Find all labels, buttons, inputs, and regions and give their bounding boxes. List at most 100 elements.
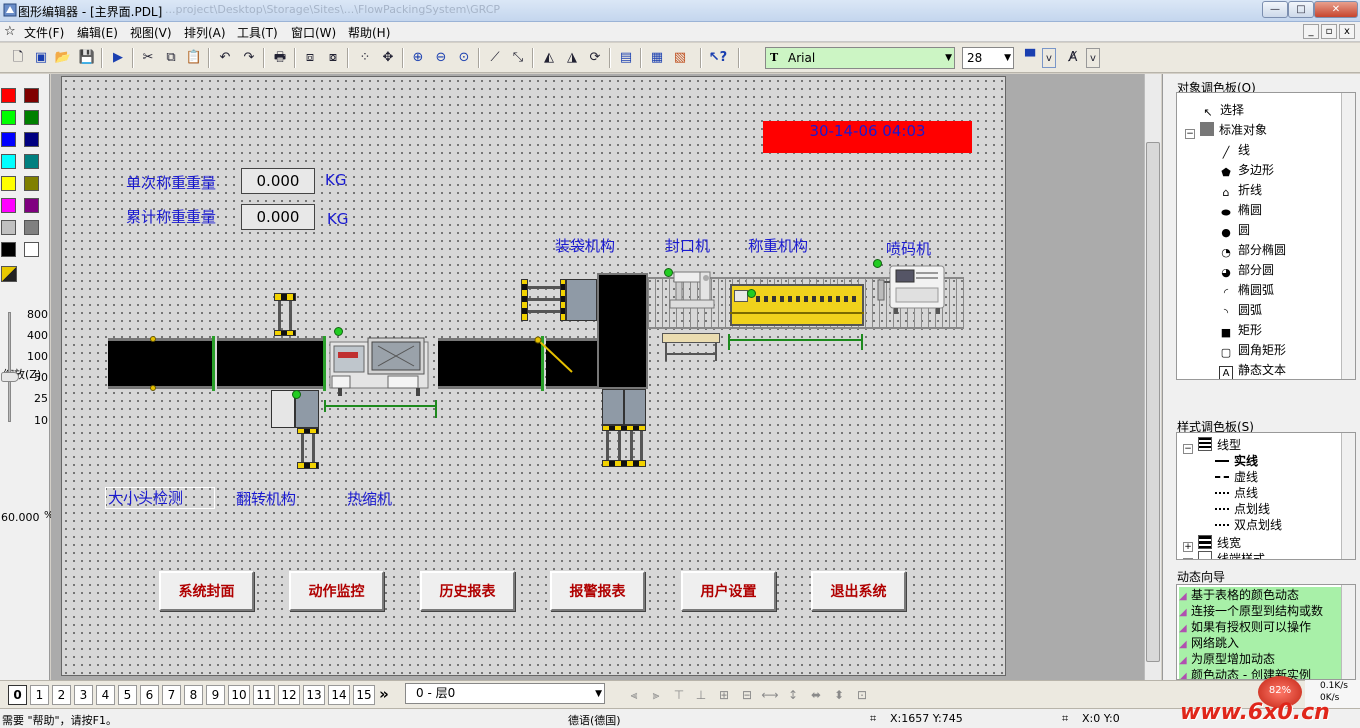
context-help-icon[interactable]: ↖? xyxy=(708,48,728,68)
color-swatch[interactable] xyxy=(24,176,39,191)
center-horizontal-icon[interactable]: ⊞ xyxy=(715,685,733,705)
flip-horizontal-icon[interactable]: ◭ xyxy=(539,48,559,68)
tree-item-object[interactable]: ■ 矩形 xyxy=(1219,321,1262,340)
space-horizontal-icon[interactable]: ⟷ xyxy=(761,685,779,705)
open-icon[interactable]: 📂 xyxy=(53,48,73,68)
child-window-icon[interactable]: ☆ xyxy=(4,24,16,39)
status-indicator[interactable] xyxy=(334,327,343,336)
tree-item-line-style[interactable]: 点线 xyxy=(1215,484,1258,501)
font-size-select[interactable]: 28 ▼ xyxy=(962,47,1014,69)
layer-button[interactable]: 5 xyxy=(118,685,137,705)
zoom-tick[interactable]: 100 xyxy=(22,350,48,363)
zoom-fit-icon[interactable]: ⊙ xyxy=(454,48,474,68)
font-select[interactable]: T Arial ▼ xyxy=(765,47,955,69)
coding-machine-icon[interactable] xyxy=(876,262,948,316)
layer-button[interactable]: 11 xyxy=(253,685,275,705)
zoom-tick[interactable]: 50 xyxy=(22,371,48,384)
layer-button[interactable]: 10 xyxy=(228,685,250,705)
bagging-box[interactable] xyxy=(566,279,597,321)
color-swatch[interactable] xyxy=(24,242,39,257)
conveyor-1[interactable] xyxy=(108,338,214,389)
color-swatch[interactable] xyxy=(24,198,39,213)
redo-icon[interactable]: ↷ xyxy=(239,48,259,68)
align-left-icon[interactable]: ⫷ xyxy=(625,685,643,705)
color-swatch[interactable] xyxy=(1,220,16,235)
scrollbar-thumb[interactable] xyxy=(1146,142,1160,662)
conveyor-2[interactable] xyxy=(217,338,323,389)
status-indicator[interactable] xyxy=(664,268,673,277)
status-indicator[interactable] xyxy=(873,259,882,268)
layer-button[interactable]: 7 xyxy=(162,685,181,705)
align-top-icon[interactable]: ⊤ xyxy=(670,685,688,705)
size-detect-label[interactable]: 大小头检测 xyxy=(105,487,215,509)
tree-item-line-style[interactable]: 点划线 xyxy=(1215,500,1270,517)
snap-icon[interactable]: ✥ xyxy=(378,48,398,68)
expand-icon[interactable]: + xyxy=(1183,558,1193,559)
text-style-dropdown[interactable]: v xyxy=(1086,48,1100,68)
color-swatch[interactable] xyxy=(24,154,39,169)
tree-item-object[interactable]: ◝ 圆弧 xyxy=(1219,301,1262,320)
edit-points-icon[interactable]: ⤡ xyxy=(508,48,528,68)
layer-button[interactable]: 0 xyxy=(8,685,27,705)
tree-item-object[interactable]: ◕ 部分圆 xyxy=(1219,261,1274,280)
layer-button[interactable]: 9 xyxy=(206,685,225,705)
zoom-tick[interactable]: 10 xyxy=(22,414,48,427)
zoom-slider-thumb[interactable] xyxy=(1,372,19,382)
menu-help[interactable]: 帮助(H) xyxy=(348,24,390,41)
copy-icon[interactable]: ⧉ xyxy=(161,48,181,68)
font-color-icon[interactable]: ▀ xyxy=(1020,48,1040,68)
menu-window[interactable]: 窗口(W) xyxy=(291,24,336,41)
space-vertical-icon[interactable]: ↕ xyxy=(784,685,802,705)
wizard-item[interactable]: ◢ 网络跳入 xyxy=(1179,635,1341,651)
zoom-tick[interactable]: 400 xyxy=(22,329,48,342)
same-width-icon[interactable]: ⬌ xyxy=(807,685,825,705)
collapse-icon[interactable]: − xyxy=(1183,444,1193,454)
tree-item-line-style[interactable]: 实线 xyxy=(1215,452,1258,469)
wizard-item[interactable]: ◢ 如果有授权则可以操作 xyxy=(1179,619,1341,635)
color-swatch[interactable] xyxy=(24,110,39,125)
layer-button[interactable]: 4 xyxy=(96,685,115,705)
layer-button[interactable]: 15 xyxy=(353,685,375,705)
layer-button[interactable]: 1 xyxy=(30,685,49,705)
wizard-scrollbar[interactable] xyxy=(1341,585,1355,679)
layer-button[interactable]: 14 xyxy=(328,685,350,705)
same-size-icon[interactable]: ⊡ xyxy=(853,685,871,705)
cut-icon[interactable]: ✂ xyxy=(138,48,158,68)
color-swatch[interactable] xyxy=(24,220,39,235)
align-bottom-icon[interactable]: ⊥ xyxy=(692,685,710,705)
tree-item-select[interactable]: ↖ 选择 xyxy=(1201,101,1244,120)
bagging-pusher[interactable] xyxy=(521,279,528,321)
status-indicator[interactable] xyxy=(747,289,756,298)
tree-item-object[interactable]: ⬬ 椭圆 xyxy=(1219,201,1262,220)
exit-system-button[interactable]: 退出系统 xyxy=(811,571,906,611)
tree-item-line-style[interactable]: 虚线 xyxy=(1215,468,1258,485)
mdi-restore-button[interactable]: ▫ xyxy=(1321,24,1337,39)
draw-line-icon[interactable]: ⟋ xyxy=(485,48,505,68)
shrink-machine-icon[interactable] xyxy=(328,332,432,396)
color-swatch[interactable] xyxy=(1,154,16,169)
action-monitor-button[interactable]: 动作监控 xyxy=(289,571,384,611)
collapse-icon[interactable]: − xyxy=(1185,129,1195,139)
run-icon[interactable]: ▶ xyxy=(108,48,128,68)
grid-icon[interactable]: ⁘ xyxy=(355,48,375,68)
datetime-display[interactable]: 30-14-06 04:03 xyxy=(763,121,972,153)
object-palette-scrollbar[interactable] xyxy=(1341,93,1355,379)
save-icon[interactable]: 💾 xyxy=(77,48,97,68)
style-palette-scrollbar[interactable] xyxy=(1341,433,1355,559)
bring-front-icon[interactable]: ⧈ xyxy=(300,48,320,68)
tree-item-standard-objects[interactable]: − 标准对象 xyxy=(1185,121,1267,139)
wizard-item[interactable]: ◢ 颜色动态 - 创建新实例 xyxy=(1179,667,1341,679)
tree-item-object[interactable]: ● 圆 xyxy=(1219,221,1250,240)
color-swatch[interactable] xyxy=(1,88,16,103)
layer-button[interactable]: 6 xyxy=(140,685,159,705)
color-swatch[interactable] xyxy=(1,198,16,213)
zoom-tick[interactable]: 800 xyxy=(22,308,48,321)
center-vertical-icon[interactable]: ⊟ xyxy=(738,685,756,705)
history-report-button[interactable]: 历史报表 xyxy=(420,571,515,611)
tree-item-object[interactable]: ⌂ 折线 xyxy=(1219,181,1263,200)
alarm-report-button[interactable]: 报警报表 xyxy=(550,571,645,611)
tree-item-object[interactable]: ⬟ 多边形 xyxy=(1219,161,1274,180)
layer-button[interactable]: 3 xyxy=(74,685,93,705)
align-right-icon[interactable]: ⫸ xyxy=(647,685,665,705)
wizard-item[interactable]: ◢ 连接一个原型到结构或数 xyxy=(1179,603,1341,619)
